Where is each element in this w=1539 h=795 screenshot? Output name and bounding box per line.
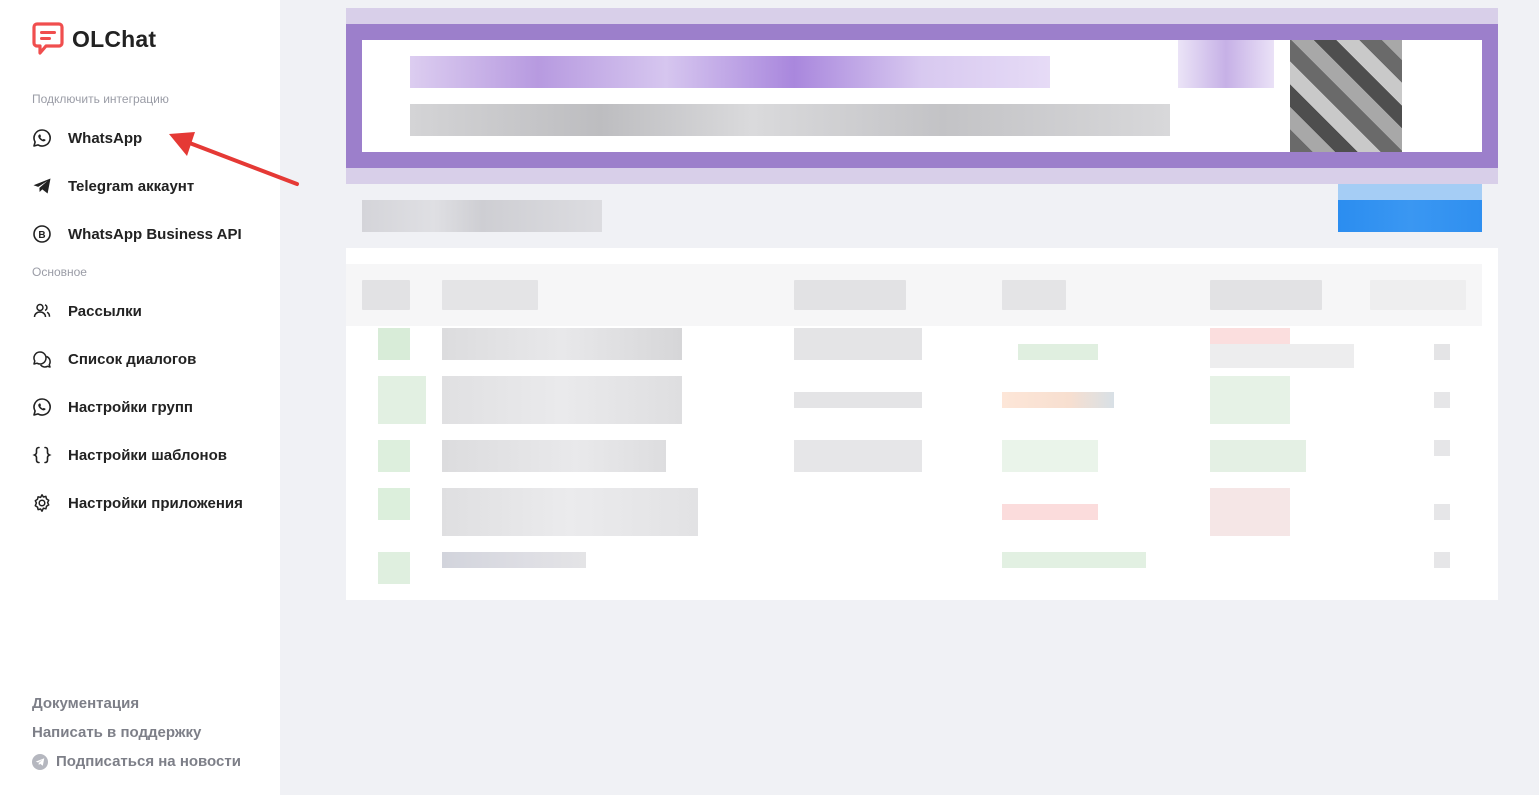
telegram-icon — [32, 753, 48, 770]
nav-label: Настройки приложения — [68, 494, 243, 512]
nav-label: WhatsApp Business API — [68, 225, 242, 243]
table-cell-pixelated — [442, 376, 682, 424]
status-badge — [1002, 552, 1146, 568]
status-badge — [1002, 440, 1098, 472]
nav-label: Настройки групп — [68, 398, 193, 416]
section-title-pixelated — [362, 200, 602, 232]
section-title-main: Основное — [32, 265, 87, 279]
table-cell-pixelated — [442, 488, 698, 536]
table-cell-pixelated — [794, 328, 922, 360]
banner-accent-pixelated — [1178, 40, 1274, 88]
row-action-icon[interactable] — [1434, 392, 1450, 408]
section-title-integrations: Подключить интеграцию — [32, 92, 169, 106]
nav-item-dialogs[interactable]: Список диалогов — [32, 347, 196, 371]
whatsapp-business-icon: B — [32, 224, 52, 244]
news-subscribe-link[interactable]: Подписаться на новости — [32, 753, 241, 770]
nav-item-app-settings[interactable]: Настройки приложения — [32, 491, 243, 515]
olchat-logo-icon — [32, 22, 64, 55]
table-row[interactable] — [378, 552, 410, 584]
status-badge — [1210, 328, 1290, 344]
telegram-icon — [32, 176, 52, 196]
status-badge — [1002, 392, 1114, 408]
table-cell-pixelated — [794, 392, 922, 408]
news-subscribe-label: Подписаться на новости — [56, 753, 241, 770]
table-row[interactable] — [378, 376, 426, 424]
nav-label: Список диалогов — [68, 350, 197, 368]
app-name: OLChat — [72, 25, 157, 52]
nav-item-templates[interactable]: Настройки шаблонов — [32, 443, 227, 467]
row-action-icon[interactable] — [1434, 552, 1450, 568]
brand[interactable]: OLChat — [32, 22, 156, 56]
primary-action-button[interactable] — [1338, 184, 1482, 232]
row-action-icon[interactable] — [1434, 440, 1450, 456]
table-cell-pixelated — [1210, 344, 1354, 368]
row-action-icon[interactable] — [1434, 504, 1450, 520]
table-cell-pixelated — [442, 328, 682, 360]
support-link[interactable]: Написать в поддержку — [32, 724, 201, 741]
curly-braces-icon — [32, 445, 52, 465]
users-icon — [32, 301, 52, 321]
nav-item-mailings[interactable]: Рассылки — [32, 299, 142, 323]
status-badge — [1210, 376, 1290, 424]
row-action-icon[interactable] — [1434, 344, 1450, 360]
docs-link[interactable]: Документация — [32, 695, 139, 712]
svg-text:B: B — [38, 230, 45, 241]
qr-code-icon — [1290, 40, 1402, 152]
sidebar: OLChat Подключить интеграцию WhatsApp Te… — [0, 0, 280, 795]
whatsapp-icon — [32, 397, 52, 417]
nav-item-whatsapp[interactable]: WhatsApp — [32, 126, 142, 150]
table-row[interactable] — [378, 488, 410, 520]
status-badge — [1210, 440, 1306, 472]
table-cell-pixelated — [442, 552, 586, 568]
table-header-row — [346, 264, 1482, 326]
nav-label: Рассылки — [68, 302, 142, 320]
status-badge — [1002, 504, 1098, 520]
table-row[interactable] — [378, 328, 410, 360]
status-badge — [1018, 344, 1098, 360]
nav-label: WhatsApp — [68, 129, 143, 147]
nav-label: Telegram аккаунт — [68, 177, 195, 195]
chat-bubbles-icon — [32, 349, 52, 369]
table-row[interactable] — [378, 440, 410, 472]
gear-icon — [32, 493, 52, 513]
table-cell-pixelated — [442, 440, 666, 472]
status-badge — [1210, 488, 1290, 536]
nav-item-whatsapp-business-api[interactable]: B WhatsApp Business API — [32, 222, 242, 246]
table-cell-pixelated — [794, 440, 922, 472]
banner-text-pixelated — [410, 104, 1170, 136]
nav-label: Настройки шаблонов — [68, 446, 227, 464]
banner-headline-pixelated — [410, 56, 1050, 88]
nav-item-telegram[interactable]: Telegram аккаунт — [32, 174, 194, 198]
nav-item-groups[interactable]: Настройки групп — [32, 395, 193, 419]
whatsapp-icon — [32, 128, 52, 148]
